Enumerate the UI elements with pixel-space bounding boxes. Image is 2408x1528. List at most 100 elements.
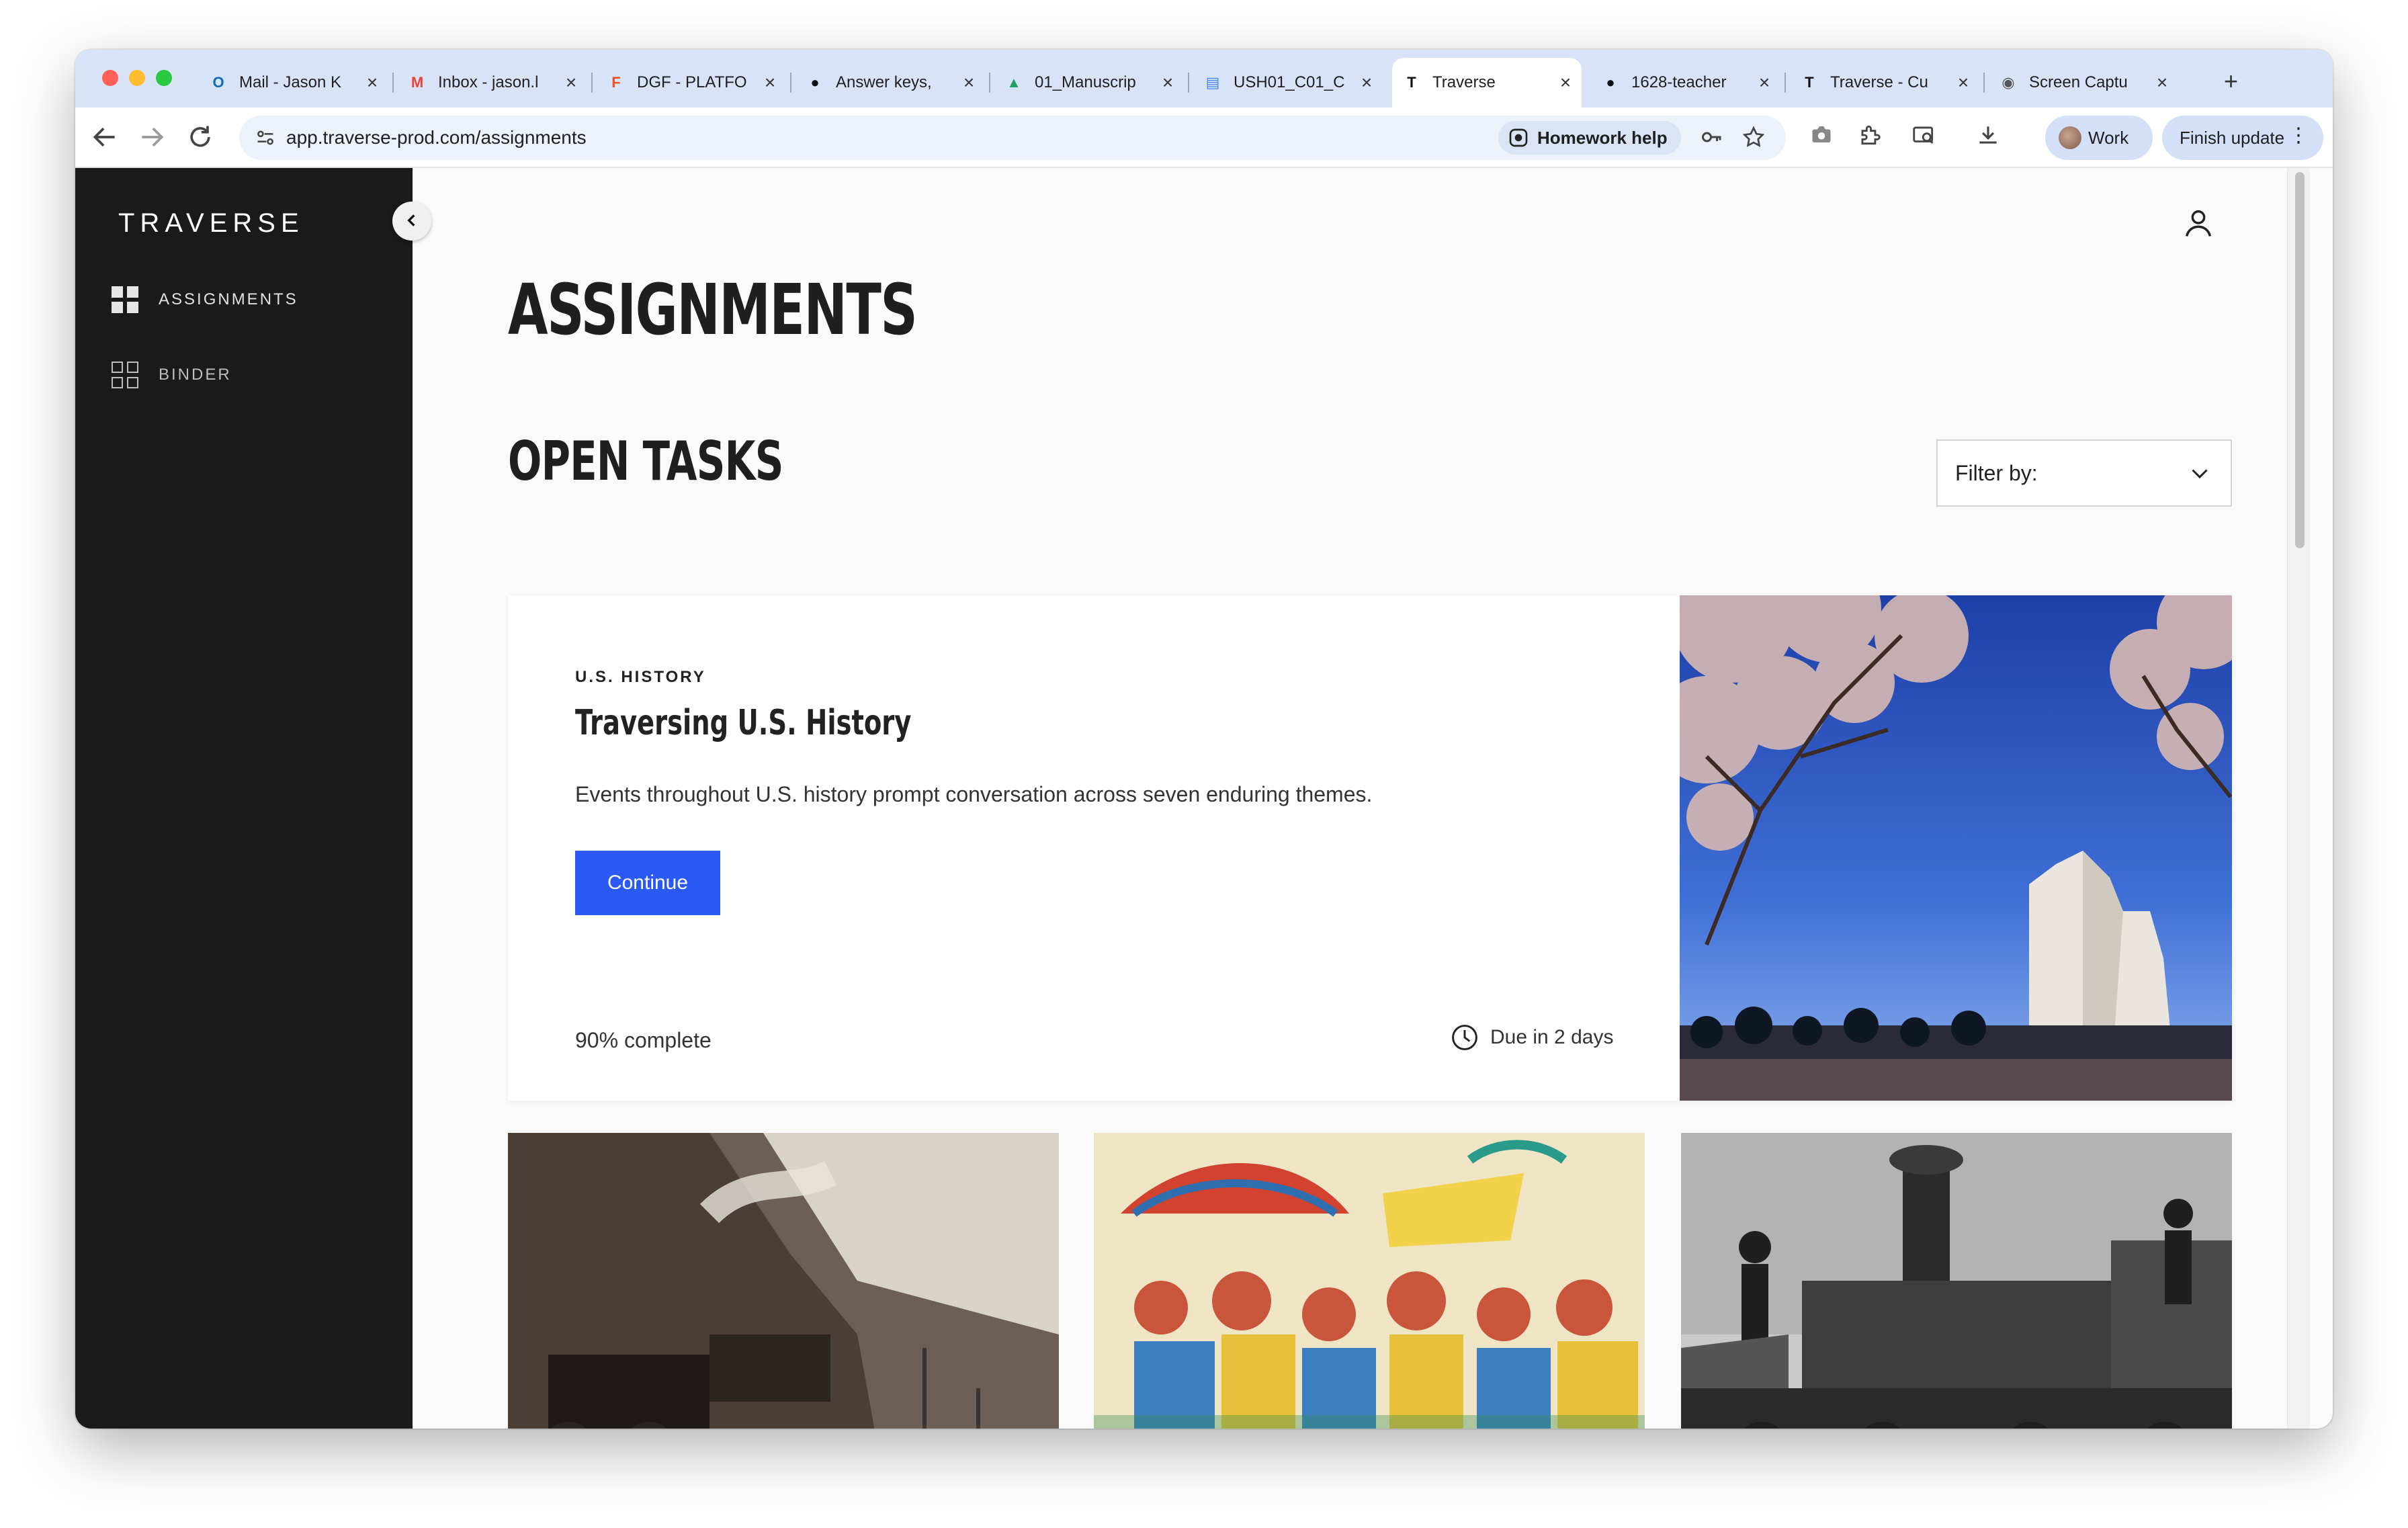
homework-help-label: Homework help bbox=[1537, 127, 1668, 148]
close-tab-icon[interactable]: × bbox=[959, 72, 978, 93]
browser-tab[interactable]: F DGF - PLATFO × bbox=[597, 58, 791, 108]
tab-separator bbox=[790, 73, 791, 93]
tab-label: Traverse bbox=[1432, 73, 1496, 91]
browser-window: O Mail - Jason K × M Inbox - jason.l × F DGF - … bbox=[75, 50, 2333, 1429]
due-date: Due in 2 days bbox=[1450, 1023, 1613, 1052]
url-text[interactable]: app.traverse-prod.com/assignments bbox=[286, 127, 587, 148]
profile-label: Work bbox=[2088, 127, 2129, 148]
screenshot-camera-icon[interactable] bbox=[1806, 122, 1837, 153]
new-tab-button[interactable]: + bbox=[2224, 67, 2238, 95]
close-tab-icon[interactable]: × bbox=[1158, 72, 1177, 93]
sidebar-item-binder[interactable]: BINDER bbox=[112, 362, 232, 388]
tab-separator bbox=[1784, 73, 1786, 93]
tab-label: Inbox - jason.l bbox=[438, 73, 539, 91]
sidebar-item-label: ASSIGNMENTS bbox=[159, 290, 298, 308]
minimize-window-button[interactable] bbox=[129, 70, 145, 86]
sidebar-item-label: BINDER bbox=[159, 366, 232, 384]
browser-tab[interactable]: ▤ USH01_C01_C × bbox=[1193, 58, 1383, 108]
chevron-left-icon bbox=[407, 214, 415, 226]
browser-tab[interactable]: ▲ 01_Manuscrip × bbox=[994, 58, 1189, 108]
section-title: OPEN TASKS bbox=[508, 430, 783, 493]
tab-label: USH01_C01_C bbox=[1234, 73, 1345, 91]
app-viewport: TRAVERSE ASSIGNMENTS BINDER ASSIGNMENTS … bbox=[75, 168, 2310, 1429]
tab-label: 01_Manuscrip bbox=[1035, 73, 1136, 91]
chevron-down-icon bbox=[2192, 469, 2208, 479]
scrollbar-thumb[interactable] bbox=[2295, 172, 2305, 548]
outlook-icon: O bbox=[212, 74, 224, 91]
sidebar-item-assignments[interactable]: ASSIGNMENTS bbox=[112, 286, 298, 313]
due-label: Due in 2 days bbox=[1490, 1026, 1614, 1048]
figma-icon: F bbox=[611, 74, 621, 91]
card-title: Traversing U.S. History bbox=[575, 703, 912, 743]
bookmark-star-icon[interactable] bbox=[1740, 125, 1767, 152]
sidebar: TRAVERSE ASSIGNMENTS BINDER bbox=[75, 168, 413, 1429]
browser-tab[interactable]: ◉ Screen Captu × bbox=[1989, 58, 2178, 108]
browser-toolbar: app.traverse-prod.com/assignments Homewo… bbox=[75, 108, 2333, 168]
browser-tab[interactable]: ● Answer keys, × bbox=[796, 58, 990, 108]
maximize-window-button[interactable] bbox=[156, 70, 172, 86]
user-account-icon[interactable] bbox=[2181, 206, 2216, 241]
close-tab-icon[interactable]: × bbox=[1755, 72, 1774, 93]
close-tab-icon[interactable]: × bbox=[562, 72, 580, 93]
traverse-icon: T bbox=[1407, 74, 1416, 91]
tab-label: DGF - PLATFO bbox=[637, 73, 747, 91]
steam-locomotive-image bbox=[1681, 1133, 2232, 1429]
browser-tab[interactable]: M Inbox - jason.l × bbox=[398, 58, 593, 108]
traverse-icon: T bbox=[1805, 74, 1814, 91]
continue-button[interactable]: Continue bbox=[575, 851, 720, 915]
grid-icon bbox=[112, 286, 138, 313]
browser-tab[interactable]: T Traverse - Cu × bbox=[1790, 58, 1985, 108]
clock-icon bbox=[1452, 1025, 1477, 1050]
railroad-mountain-image bbox=[508, 1133, 1059, 1429]
password-key-icon[interactable] bbox=[1698, 125, 1725, 152]
browser-tab[interactable]: T Traverse × bbox=[1392, 58, 1582, 108]
tab-separator bbox=[392, 73, 394, 93]
github-icon: ● bbox=[810, 74, 820, 91]
tab-search-icon[interactable] bbox=[1908, 122, 1939, 153]
finish-update-button[interactable]: Finish update ⋮ bbox=[2162, 116, 2323, 160]
collapse-sidebar-button[interactable] bbox=[392, 202, 431, 241]
progress-text: 90% complete bbox=[575, 1028, 712, 1052]
tab-label: Answer keys, bbox=[836, 73, 932, 91]
close-tab-icon[interactable]: × bbox=[1357, 72, 1376, 93]
close-tab-icon[interactable]: × bbox=[1954, 72, 1973, 93]
page-scrollbar[interactable] bbox=[2287, 168, 2310, 1429]
tab-separator bbox=[989, 73, 990, 93]
memorial-cherry-blossom-image bbox=[1680, 595, 2232, 1101]
tab-strip: O Mail - Jason K × M Inbox - jason.l × F DGF - … bbox=[75, 50, 2333, 108]
site-info-icon[interactable] bbox=[254, 126, 277, 149]
downloads-icon[interactable] bbox=[1973, 122, 2004, 153]
assignment-card[interactable]: U.S. HISTORY Traversing U.S. History Eve… bbox=[508, 595, 2232, 1101]
tab-label: Mail - Jason K bbox=[239, 73, 342, 91]
finish-update-label: Finish update bbox=[2180, 127, 2285, 148]
camera-icon: ◉ bbox=[2002, 74, 2015, 91]
gmail-icon: M bbox=[411, 74, 424, 91]
close-tab-icon[interactable]: × bbox=[1556, 72, 1575, 93]
back-icon[interactable] bbox=[90, 122, 120, 152]
address-bar[interactable]: app.traverse-prod.com/assignments Homewo… bbox=[239, 116, 1786, 160]
filter-dropdown[interactable]: Filter by: bbox=[1936, 439, 2232, 507]
close-tab-icon[interactable]: × bbox=[363, 72, 382, 93]
close-tab-icon[interactable]: × bbox=[2153, 72, 2172, 93]
github-icon: ● bbox=[1606, 74, 1615, 91]
traverse-logo[interactable]: TRAVERSE bbox=[118, 208, 304, 239]
forward-icon[interactable] bbox=[137, 122, 167, 152]
aztec-mural-image bbox=[1094, 1133, 1645, 1429]
tab-label: Screen Captu bbox=[2029, 73, 2128, 91]
tab-label: 1628-teacher bbox=[1631, 73, 1727, 91]
card-subject: U.S. HISTORY bbox=[575, 668, 706, 686]
tab-label: Traverse - Cu bbox=[1830, 73, 1928, 91]
browser-tab[interactable]: ● 1628-teacher × bbox=[1591, 58, 1786, 108]
tab-separator bbox=[591, 73, 593, 93]
close-window-button[interactable] bbox=[102, 70, 118, 86]
lens-icon bbox=[1509, 128, 1528, 147]
tab-separator bbox=[1188, 73, 1189, 93]
profile-avatar bbox=[2059, 126, 2081, 149]
reload-icon[interactable] bbox=[185, 122, 215, 152]
extensions-puzzle-icon[interactable] bbox=[1854, 122, 1885, 153]
homework-help-chip[interactable]: Homework help bbox=[1498, 121, 1681, 155]
profile-chip[interactable]: Work bbox=[2045, 116, 2153, 160]
browser-tab[interactable]: O Mail - Jason K × bbox=[199, 58, 394, 108]
tab-separator bbox=[1983, 73, 1985, 93]
close-tab-icon[interactable]: × bbox=[761, 72, 779, 93]
